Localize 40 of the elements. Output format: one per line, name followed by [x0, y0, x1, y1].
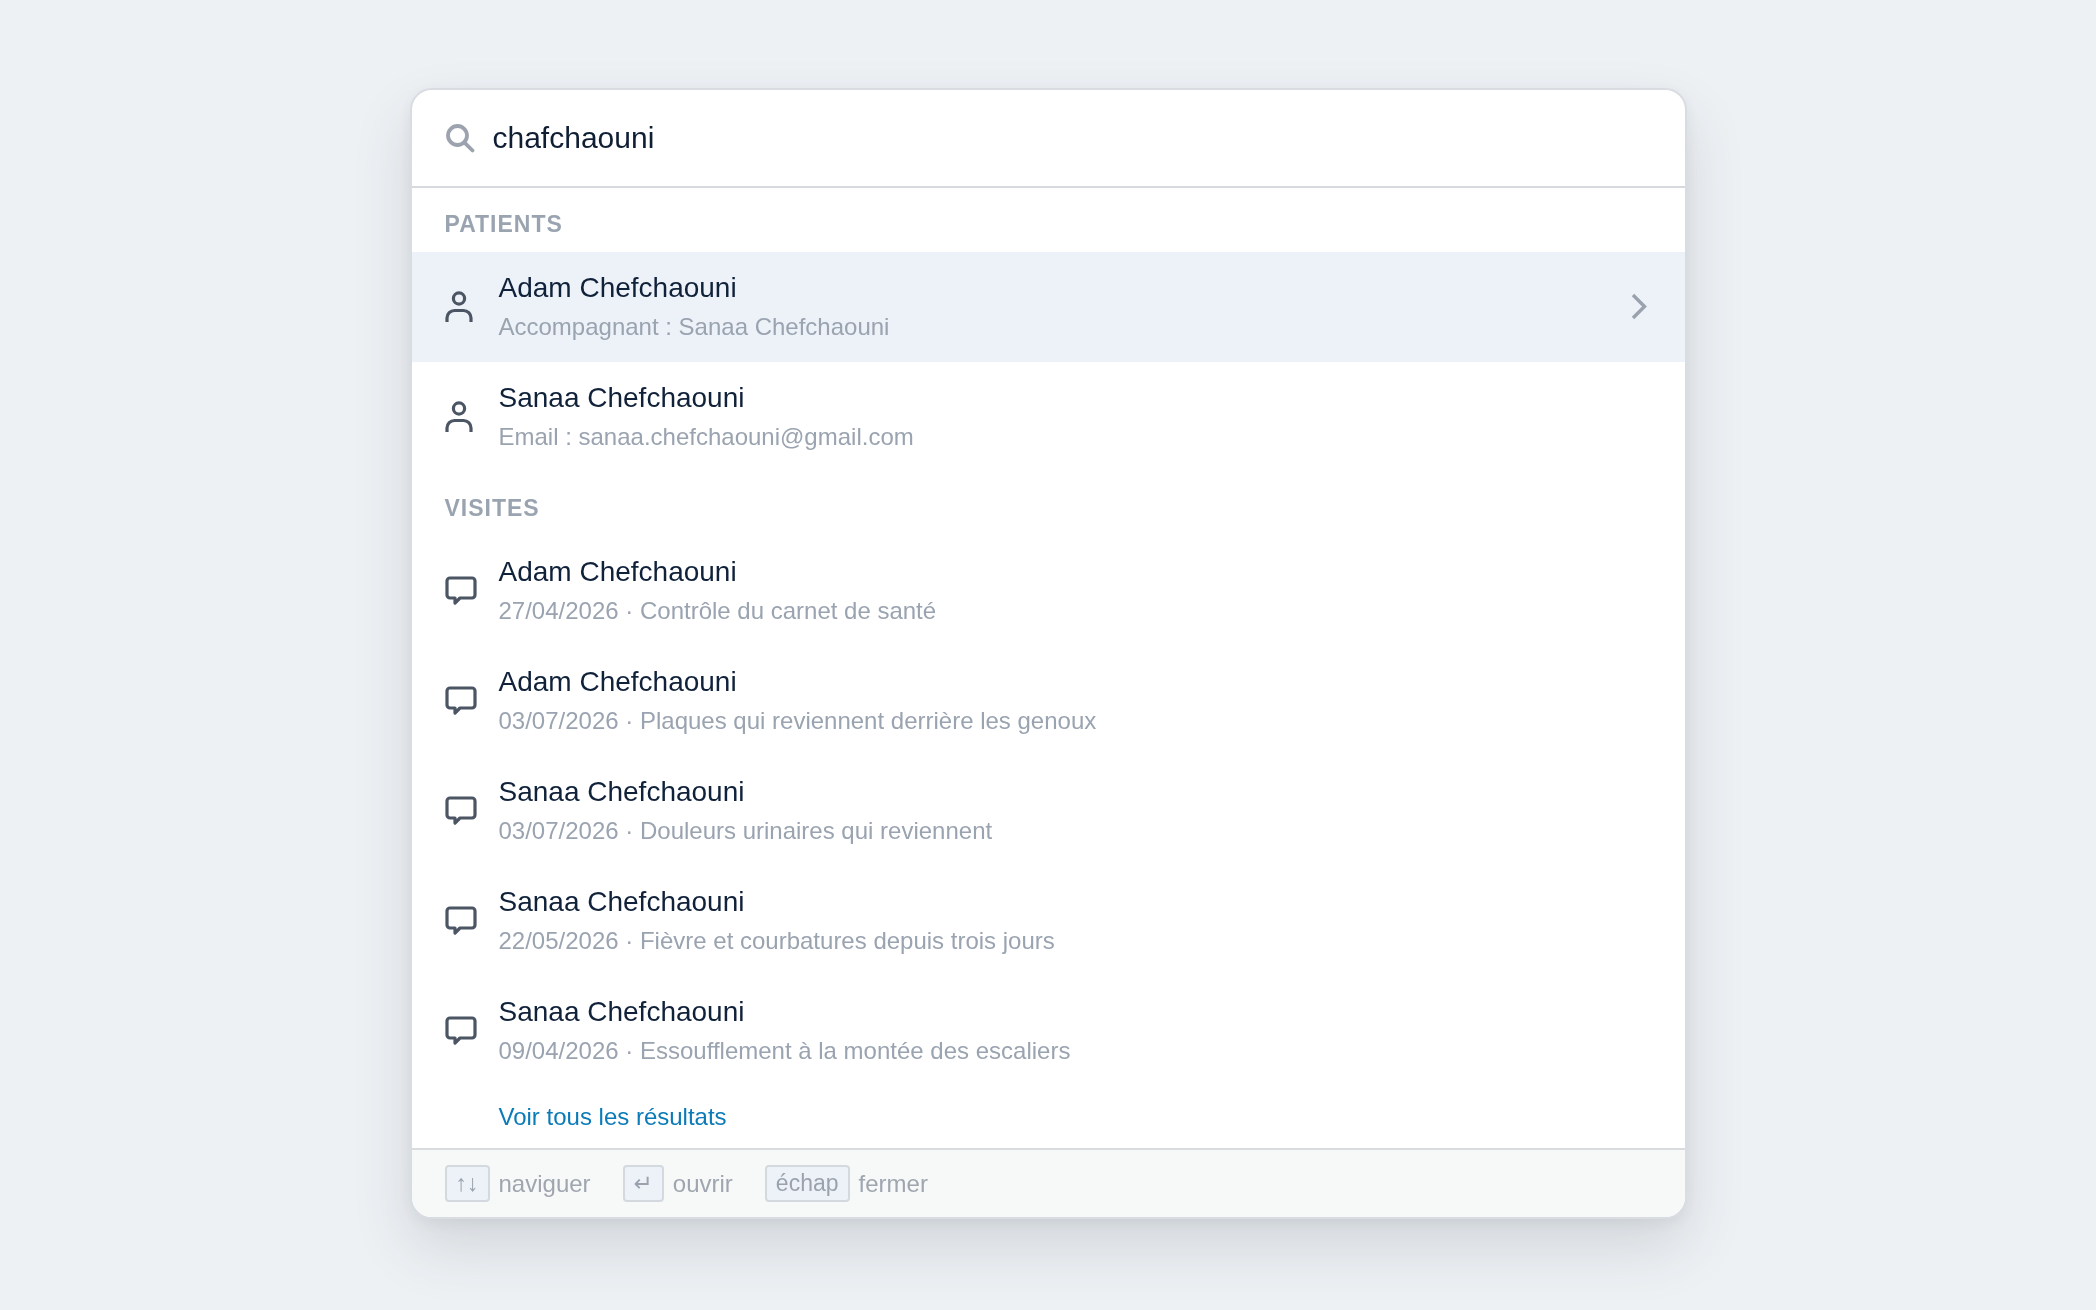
person-icon	[444, 400, 473, 433]
result-title: Adam Chefchaouni	[498, 555, 737, 589]
result-detail: Accompagnant : Sanaa Chefchaouni	[498, 312, 890, 342]
keyboard-key: ↵	[622, 1165, 664, 1202]
shortcut-label: fermer	[858, 1168, 928, 1199]
search-result[interactable]: Adam Chefchaouni 27/04/2026 · Contrôle du carnet de santé	[411, 536, 1685, 646]
section-heading: PATIENTS	[444, 210, 563, 238]
search-icon	[444, 123, 475, 153]
speech-bubble-icon	[444, 576, 477, 605]
search-result[interactable]: Sanaa Chefchaouni 03/07/2026 · Douleurs urinaires qui reviennent	[411, 756, 1685, 866]
search-result[interactable]: Adam Chefchaouni 03/07/2026 · Plaques qui reviennent derrière les genoux	[411, 646, 1685, 756]
chevron-right-icon	[1630, 293, 1647, 320]
result-title: Sanaa Chefchaouni	[498, 995, 745, 1029]
speech-bubble-icon	[444, 906, 477, 935]
result-detail: Email : sanaa.chefchaouni@gmail.com	[498, 422, 914, 452]
search-field[interactable]: chafchaouni	[492, 118, 1652, 158]
result-title: Sanaa Chefchaouni	[498, 775, 745, 809]
result-detail: 09/04/2026 · Essoufflement à la montée des escaliers	[498, 1036, 1071, 1066]
result-title: Adam Chefchaouni	[498, 271, 737, 305]
shortcut-label: ouvrir	[672, 1168, 733, 1199]
section-heading: VISITES	[444, 494, 540, 522]
person-icon	[444, 290, 473, 323]
result-detail: 27/04/2026 · Contrôle du carnet de santé	[498, 596, 937, 626]
result-detail: 22/05/2026 · Fièvre et courbatures depuis trois jours	[498, 926, 1055, 956]
result-title: Sanaa Chefchaouni	[498, 381, 745, 415]
speech-bubble-icon	[444, 686, 477, 715]
speech-bubble-icon	[444, 1016, 477, 1045]
result-title: Adam Chefchaouni	[498, 665, 737, 699]
search-result[interactable]: Adam Chefchaouni Accompagnant : Sanaa Chefchaouni	[411, 252, 1685, 362]
keyboard-key: ↑↓	[444, 1165, 490, 1202]
see-all-results-link[interactable]: Voir tous les résultats	[498, 1102, 727, 1132]
result-detail: 03/07/2026 · Plaques qui reviennent derrière les genoux	[498, 706, 1097, 736]
search-result[interactable]: Sanaa Chefchaouni 09/04/2026 · Essoufflement à la montée des escaliers	[411, 976, 1685, 1086]
result-detail: 03/07/2026 · Douleurs urinaires qui reviennent	[498, 816, 993, 846]
keyboard-key: échap	[764, 1165, 850, 1202]
shortcut-label: naviguer	[498, 1168, 591, 1199]
speech-bubble-icon	[444, 796, 477, 825]
search-result[interactable]: Sanaa Chefchaouni 22/05/2026 · Fièvre et courbatures depuis trois jours	[411, 866, 1685, 976]
search-result[interactable]: Sanaa Chefchaouni Email : sanaa.chefchaouni@gmail.com	[411, 362, 1685, 472]
result-title: Sanaa Chefchaouni	[498, 885, 745, 919]
